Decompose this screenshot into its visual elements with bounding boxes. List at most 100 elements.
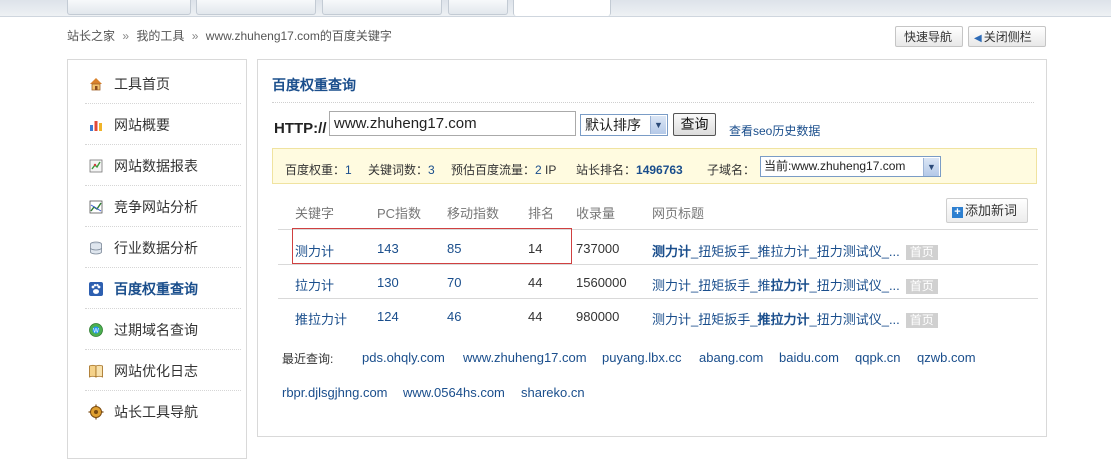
header-pc-index: PC指数 <box>377 206 422 221</box>
sidebar-item-label: 行业数据分析 <box>114 239 198 256</box>
sidebar-item-competitor[interactable]: 竞争网站分析 <box>85 187 241 227</box>
top-tab-1[interactable] <box>67 0 191 15</box>
top-tab-3[interactable] <box>322 0 442 15</box>
close-sidebar-button[interactable]: ◀ 关闭侧栏 <box>968 26 1046 47</box>
traffic-info: 预估百度流量：2 IP <box>451 161 556 178</box>
sidebar-item-label: 网站数据报表 <box>114 157 198 174</box>
recent-query-link[interactable]: puyang.lbx.cc <box>602 350 682 365</box>
row-keyword[interactable]: 拉力计 <box>295 275 334 294</box>
subdomain-label: 子域名： <box>707 163 756 177</box>
traffic-unit: IP <box>545 163 557 177</box>
bar-chart-icon <box>88 117 104 133</box>
arrow-left-icon: ◀ <box>974 33 982 44</box>
row-pc-index: 124 <box>377 309 399 324</box>
row-keyword[interactable]: 推拉力计 <box>295 309 347 328</box>
title-keyword: 拉力计 <box>770 278 810 293</box>
row-indexed: 1560000 <box>576 275 627 290</box>
sidebar-item-baidu-weight[interactable]: 百度权重查询 <box>85 269 241 309</box>
breadcrumb-separator: » <box>191 29 199 43</box>
book-icon <box>88 363 104 379</box>
header-keyword: 关键字 <box>295 206 335 221</box>
recent-query-link[interactable]: baidu.com <box>779 350 839 365</box>
recent-query-link[interactable]: www.0564hs.com <box>403 385 505 400</box>
sidebar-item-report[interactable]: 网站数据报表 <box>85 146 241 186</box>
report-icon <box>88 158 104 174</box>
site-rank-label: 站长排名： <box>576 163 637 177</box>
baidu-weight-label: 百度权重： <box>285 163 346 177</box>
url-input[interactable] <box>329 111 576 136</box>
title-prefix: 测力计_扭矩扳手_ <box>652 312 758 327</box>
info-bar: 百度权重：1 关键词数：3 预估百度流量：2 IP 站长排名：1496763 子… <box>272 148 1037 184</box>
home-badge: 首页 <box>905 245 938 261</box>
add-keyword-button[interactable]: + 添加新词 <box>946 198 1028 223</box>
sort-select-value: 默认排序 <box>585 117 641 133</box>
plus-icon: + <box>952 207 963 218</box>
keyword-count-value: 3 <box>428 163 435 177</box>
sidebar-item-seo-log[interactable]: 网站优化日志 <box>85 351 241 391</box>
sidebar-item-label: 竞争网站分析 <box>114 198 198 215</box>
home-icon <box>88 76 104 92</box>
sidebar-item-label: 站长工具导航 <box>114 404 198 420</box>
row-page-title[interactable]: 测力计_扭矩扳手_推拉力计_扭力测试仪_... 首页 <box>652 309 938 329</box>
header-mobile-index: 移动指数 <box>447 206 500 221</box>
baidu-weight-info: 百度权重：1 <box>285 161 352 178</box>
breadcrumb-home[interactable]: 站长之家 <box>67 29 115 43</box>
quick-nav-button[interactable]: 快速导航 <box>895 26 963 47</box>
row-page-title[interactable]: 测力计_扭矩扳手_推拉力计_扭力测试仪_... 首页 <box>652 275 938 295</box>
sidebar-item-overview[interactable]: 网站概要 <box>85 105 241 145</box>
subdomain-select-value: 当前:www.zhuheng17.com <box>764 159 906 173</box>
row-page-title[interactable]: 测力计_扭矩扳手_推拉力计_扭力测试仪_... 首页 <box>652 241 938 261</box>
sidebar-item-industry[interactable]: 行业数据分析 <box>85 228 241 268</box>
recent-query-link[interactable]: qqpk.cn <box>855 350 901 365</box>
quick-nav-label: 快速导航 <box>904 30 953 44</box>
sidebar-item-home[interactable]: 工具首页 <box>85 64 241 104</box>
keyword-count-info: 关键词数：3 <box>368 161 435 178</box>
top-tab-2[interactable] <box>196 0 316 15</box>
sidebar-item-tool-nav[interactable]: 站长工具导航 <box>85 392 241 432</box>
title-suffix: _扭力测试仪_... <box>809 312 900 327</box>
breadcrumb-tools[interactable]: 我的工具 <box>136 29 184 43</box>
recent-queries-label: 最近查询: <box>282 352 334 366</box>
highlight-box <box>292 228 572 264</box>
seo-history-link[interactable]: 查看seo历史数据 <box>729 122 820 139</box>
recent-query-link[interactable]: abang.com <box>699 350 763 365</box>
site-rank-value[interactable]: 1496763 <box>636 163 683 177</box>
recent-query-link[interactable]: qzwb.com <box>917 350 976 365</box>
add-keyword-label: 添加新词 <box>965 203 1018 218</box>
row-indexed: 737000 <box>576 241 620 256</box>
breadcrumb: 站长之家 » 我的工具 » www.zhuheng17.com的百度关键字 <box>67 27 392 44</box>
svg-text:W: W <box>93 327 99 334</box>
keyword-count-label: 关键词数： <box>368 163 429 177</box>
sort-select[interactable]: 默认排序 ▼ <box>580 114 668 136</box>
recent-query-link[interactable]: www.zhuheng17.com <box>463 350 587 365</box>
header-indexed: 收录量 <box>576 206 616 221</box>
subdomain-select[interactable]: 当前:www.zhuheng17.com ▼ <box>760 156 941 177</box>
row-rank: 44 <box>528 275 543 290</box>
site-rank-info: 站长排名：1496763 <box>576 161 683 178</box>
title-divider <box>272 102 1034 103</box>
breadcrumb-separator: » <box>122 29 130 43</box>
top-tab-strip <box>0 0 1111 17</box>
sidebar-item-expired-domain[interactable]: W 过期域名查询 <box>85 310 241 350</box>
traffic-value: 2 <box>535 163 542 177</box>
sidebar-item-label: 网站优化日志 <box>114 362 198 379</box>
title-suffix: _扭矩扳手_推拉力计_扭力测试仪_... <box>691 244 900 259</box>
breadcrumb-current: www.zhuheng17.com的百度关键字 <box>205 29 392 43</box>
recent-query-link[interactable]: pds.ohqly.com <box>362 350 445 365</box>
line-chart-icon <box>88 199 104 215</box>
recent-query-link[interactable]: shareko.cn <box>521 385 585 400</box>
top-tab-my-tools[interactable] <box>513 0 611 16</box>
sidebar-item-label: 网站概要 <box>114 116 170 133</box>
title-keyword: 推拉力计 <box>757 312 810 327</box>
header-page-title: 网页标题 <box>652 206 705 221</box>
recent-query-link[interactable]: rbpr.djlsgjhng.com <box>282 385 388 400</box>
close-sidebar-label: 关闭侧栏 <box>983 30 1032 44</box>
top-tab-4[interactable] <box>448 0 508 15</box>
chevron-down-icon: ▼ <box>650 116 666 134</box>
sidebar-item-label: 过期域名查询 <box>114 321 198 338</box>
query-button[interactable]: 查询 <box>673 113 716 136</box>
row-rank: 44 <box>528 309 543 324</box>
row-mobile-index: 46 <box>447 309 462 324</box>
title-prefix: 测力计_扭矩扳手_推 <box>652 278 771 293</box>
panel-title: 百度权重查询 <box>272 77 356 93</box>
